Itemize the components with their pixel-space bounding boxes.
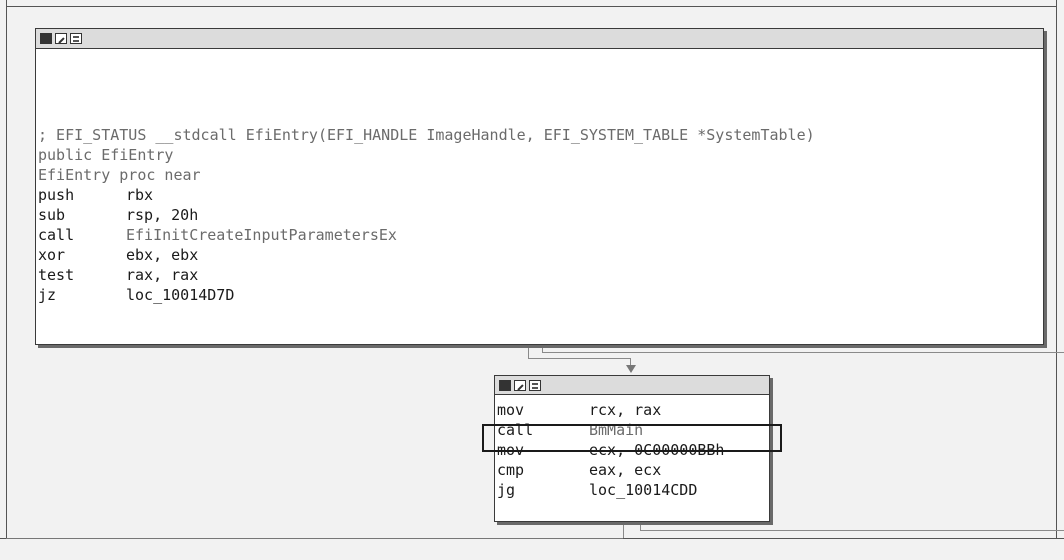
instruction-line[interactable]: jg loc_10014CDD	[497, 480, 769, 500]
block-code: ; EFI_STATUS __stdcall EfiEntry(EFI_HAND…	[36, 49, 1043, 305]
edge-segment	[623, 520, 624, 538]
operands[interactable]: rbx	[126, 186, 153, 204]
instruction-line[interactable]: mov rcx, rax	[497, 400, 769, 420]
instruction-line[interactable]: xor ebx, ebx	[38, 245, 1043, 265]
color-block-icon[interactable]	[40, 33, 52, 44]
mnemonic: test	[38, 266, 75, 284]
canvas-right-border	[1056, 0, 1057, 538]
instruction-line[interactable]: push rbx	[38, 185, 1043, 205]
block-titlebar	[495, 376, 769, 395]
mnemonic: mov	[497, 401, 525, 419]
public-declaration[interactable]: public EfiEntry	[38, 145, 1043, 165]
mnemonic: jg	[497, 481, 516, 499]
operands[interactable]: eax, ecx	[589, 461, 661, 479]
instruction-line[interactable]: test rax, rax	[38, 265, 1043, 285]
edge-segment	[542, 352, 1064, 353]
graph-view-icon[interactable]	[70, 33, 82, 44]
operands[interactable]: rsp, 20h	[126, 206, 198, 224]
edge-segment	[528, 345, 529, 358]
instruction-line[interactable]: jz loc_10014D7D	[38, 285, 1043, 305]
edge-segment	[640, 530, 1064, 531]
instruction-line[interactable]: sub rsp, 20h	[38, 205, 1043, 225]
color-block-icon[interactable]	[499, 379, 511, 391]
mnemonic: jz	[38, 286, 57, 304]
code-block-efientry[interactable]: ; EFI_STATUS __stdcall EfiEntry(EFI_HAND…	[35, 28, 1044, 345]
mnemonic: call	[38, 226, 75, 244]
operands[interactable]: ebx, ebx	[126, 246, 198, 264]
edge-segment	[528, 358, 630, 359]
call-highlight-box	[482, 424, 782, 452]
graph-view-icon[interactable]	[529, 379, 541, 391]
operands[interactable]: EfiInitCreateInputParametersEx	[126, 226, 397, 244]
function-signature-comment: ; EFI_STATUS __stdcall EfiEntry(EFI_HAND…	[38, 126, 815, 144]
edge-arrow-icon	[626, 365, 636, 373]
instruction-line[interactable]: call EfiInitCreateInputParametersEx	[38, 225, 1043, 245]
mnemonic: cmp	[497, 461, 525, 479]
instruction-line[interactable]: cmp eax, ecx	[497, 460, 769, 480]
operands[interactable]: loc_10014D7D	[126, 286, 234, 304]
operands[interactable]: rax, rax	[126, 266, 198, 284]
mnemonic: push	[38, 186, 75, 204]
canvas-top-border	[6, 6, 1057, 7]
operands[interactable]: loc_10014CDD	[589, 481, 697, 499]
edge-segment	[542, 345, 543, 352]
rename-icon[interactable]	[514, 379, 526, 391]
canvas-left-border	[6, 0, 7, 538]
edge-segment	[6, 538, 623, 539]
rename-icon[interactable]	[55, 33, 67, 44]
mnemonic: sub	[38, 206, 66, 224]
proc-declaration[interactable]: EfiEntry proc near	[38, 165, 1043, 185]
operands[interactable]: rcx, rax	[589, 401, 661, 419]
mnemonic: xor	[38, 246, 66, 264]
block-titlebar	[36, 29, 1043, 49]
